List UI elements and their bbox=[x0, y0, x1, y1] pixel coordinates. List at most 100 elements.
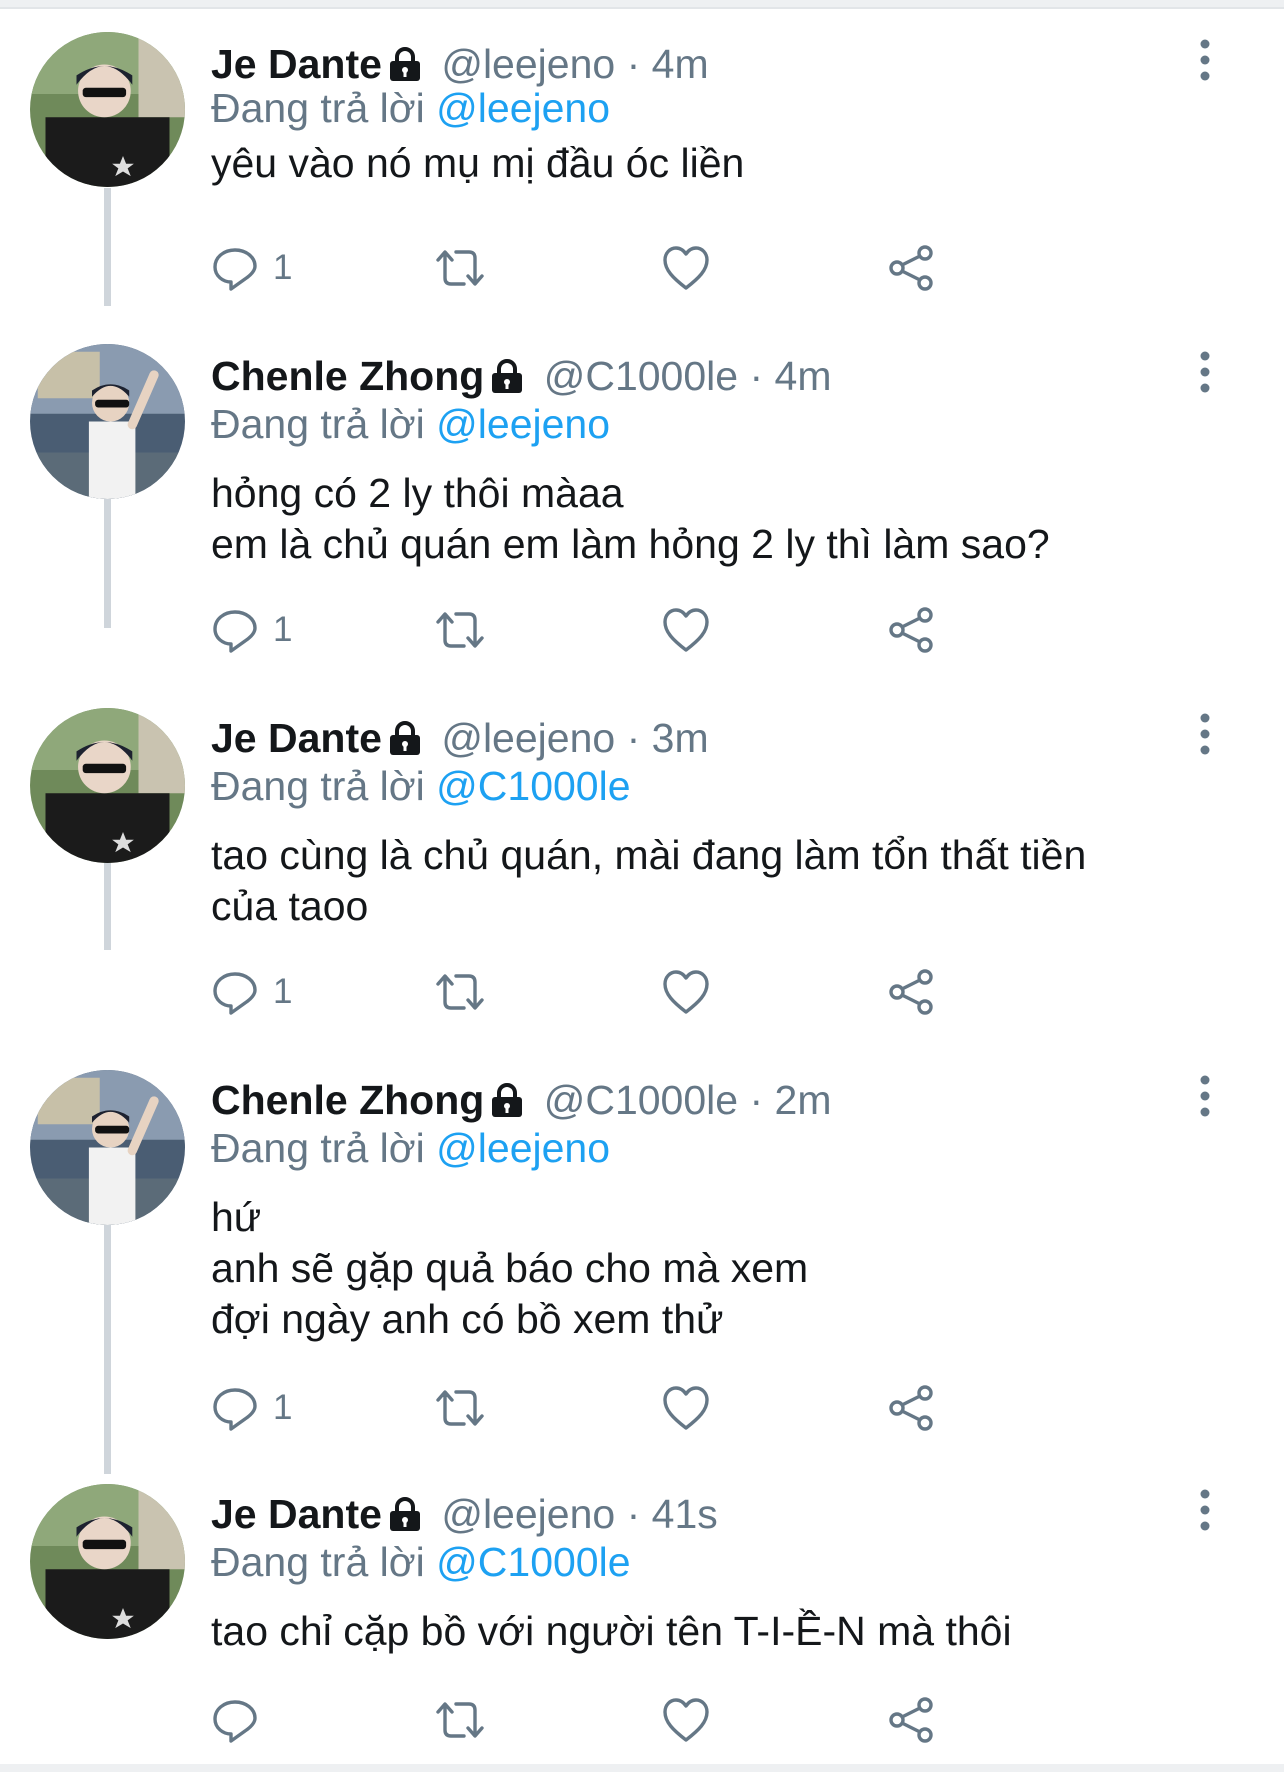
tweet-text: tao chỉ cặp bồ với người tên T-I-Ề-N mà … bbox=[211, 1606, 1211, 1657]
tweet-header: Je Dante @leejeno · 4m bbox=[211, 40, 709, 88]
retweet-button[interactable] bbox=[434, 1378, 486, 1438]
avatar-image bbox=[30, 1070, 185, 1225]
reply-button[interactable]: 1 bbox=[211, 600, 292, 660]
like-button[interactable] bbox=[661, 1690, 711, 1750]
replying-to-label: Đang trả lời bbox=[211, 401, 425, 447]
replying-to-label: Đang trả lời bbox=[211, 85, 425, 131]
avatar-image bbox=[30, 32, 185, 187]
share-button[interactable] bbox=[887, 962, 935, 1022]
share-icon bbox=[889, 1385, 933, 1431]
avatar[interactable] bbox=[30, 344, 185, 499]
replying-to-label: Đang trả lời bbox=[211, 1125, 425, 1171]
replying-to-link[interactable]: @leejeno bbox=[436, 1125, 610, 1171]
like-button[interactable] bbox=[661, 962, 711, 1022]
username[interactable]: @leejeno bbox=[441, 1491, 615, 1537]
avatar-image bbox=[30, 1484, 185, 1639]
tweet-text: hứ anh sẽ gặp quả báo cho mà xem đợi ngà… bbox=[211, 1192, 1211, 1345]
more-vertical-icon[interactable] bbox=[1190, 38, 1220, 82]
tweet-text-line: hỏng có 2 ly thôi màaa bbox=[211, 470, 624, 516]
heart-icon bbox=[663, 1386, 709, 1430]
like-button[interactable] bbox=[661, 1378, 711, 1438]
username[interactable]: @leejeno bbox=[441, 41, 615, 87]
lock-icon bbox=[490, 356, 524, 404]
heart-icon bbox=[663, 970, 709, 1014]
avatar[interactable] bbox=[30, 1070, 185, 1225]
display-name[interactable]: Je Dante bbox=[211, 1491, 382, 1537]
retweet-icon bbox=[436, 1702, 484, 1738]
separator-dot: · bbox=[749, 1077, 764, 1123]
reply-icon bbox=[213, 1700, 257, 1743]
avatar[interactable] bbox=[30, 708, 185, 863]
lock-icon bbox=[388, 1494, 422, 1542]
like-button[interactable] bbox=[661, 238, 711, 298]
action-bar: 1 bbox=[211, 600, 1111, 660]
tweet-header: Je Dante @leejeno · 41s bbox=[211, 1490, 718, 1538]
retweet-button[interactable] bbox=[434, 600, 486, 660]
tweet-text-line: của taoo bbox=[211, 883, 369, 929]
display-name[interactable]: Chenle Zhong bbox=[211, 353, 484, 399]
timestamp[interactable]: 2m bbox=[775, 1077, 832, 1123]
avatar-image bbox=[30, 708, 185, 863]
display-name[interactable]: Je Dante bbox=[211, 41, 382, 87]
replying-to-link[interactable]: @C1000le bbox=[436, 1539, 630, 1585]
timestamp[interactable]: 4m bbox=[652, 41, 709, 87]
share-icon bbox=[889, 607, 933, 653]
heart-icon bbox=[663, 608, 709, 652]
avatar[interactable] bbox=[30, 32, 185, 187]
tweet-text: hỏng có 2 ly thôi màaa em là chủ quán em… bbox=[211, 468, 1211, 570]
reply-count: 1 bbox=[273, 972, 293, 1011]
tweet-text: tao cùng là chủ quán, mài đang làm tổn t… bbox=[211, 830, 1211, 932]
replying-to: Đang trả lời @C1000le bbox=[211, 762, 631, 810]
tweet-text: yêu vào nó mụ mị đầu óc liền bbox=[211, 138, 1211, 189]
retweet-button[interactable] bbox=[434, 238, 486, 298]
like-button[interactable] bbox=[661, 600, 711, 660]
reply-button[interactable]: 1 bbox=[211, 1378, 292, 1438]
username[interactable]: @C1000le bbox=[544, 1077, 738, 1123]
replying-to-link[interactable]: @leejeno bbox=[436, 85, 610, 131]
more-vertical-icon[interactable] bbox=[1190, 1074, 1220, 1118]
avatar[interactable] bbox=[30, 1484, 185, 1639]
tweet-text-line: tao chỉ cặp bồ với người tên T-I-Ề-N mà … bbox=[211, 1608, 1012, 1654]
replying-to: Đang trả lời @C1000le bbox=[211, 1538, 631, 1586]
replying-to-label: Đang trả lời bbox=[211, 763, 425, 809]
replying-to: Đang trả lời @leejeno bbox=[211, 1124, 610, 1172]
share-button[interactable] bbox=[887, 238, 935, 298]
display-name[interactable]: Je Dante bbox=[211, 715, 382, 761]
tweet[interactable]: Je Dante @leejeno · 4m Đang trả lời @lee… bbox=[0, 0, 1284, 320]
reply-icon bbox=[213, 1388, 257, 1431]
reply-icon bbox=[213, 972, 257, 1015]
share-icon bbox=[889, 1697, 933, 1743]
reply-count: 1 bbox=[273, 1388, 293, 1427]
tweet-text-line: tao cùng là chủ quán, mài đang làm tổn t… bbox=[211, 832, 1087, 878]
tweet-text-line: hứ bbox=[211, 1194, 262, 1240]
display-name[interactable]: Chenle Zhong bbox=[211, 1077, 484, 1123]
reply-button[interactable] bbox=[211, 1690, 273, 1750]
lock-icon bbox=[388, 718, 422, 766]
username[interactable]: @leejeno bbox=[441, 715, 615, 761]
more-vertical-icon[interactable] bbox=[1190, 350, 1220, 394]
replying-to-link[interactable]: @C1000le bbox=[436, 763, 630, 809]
tweet-header: Chenle Zhong @C1000le · 2m bbox=[211, 1076, 832, 1124]
separator-dot: · bbox=[626, 1491, 641, 1537]
share-button[interactable] bbox=[887, 600, 935, 660]
reply-thread: Je Dante @leejeno · 4m Đang trả lời @lee… bbox=[0, 0, 1284, 1772]
more-vertical-icon[interactable] bbox=[1190, 1488, 1220, 1532]
share-button[interactable] bbox=[887, 1378, 935, 1438]
more-vertical-icon[interactable] bbox=[1190, 712, 1220, 756]
timestamp[interactable]: 41s bbox=[652, 1491, 718, 1537]
retweet-button[interactable] bbox=[434, 962, 486, 1022]
reply-button[interactable]: 1 bbox=[211, 238, 292, 298]
avatar-image bbox=[30, 344, 185, 499]
action-bar bbox=[211, 1690, 1111, 1750]
reply-button[interactable]: 1 bbox=[211, 962, 292, 1022]
timestamp[interactable]: 3m bbox=[652, 715, 709, 761]
tweet-text-line: em là chủ quán em làm hỏng 2 ly thì làm … bbox=[211, 521, 1050, 567]
lock-icon bbox=[490, 1080, 524, 1128]
share-button[interactable] bbox=[887, 1690, 935, 1750]
timestamp[interactable]: 4m bbox=[775, 353, 832, 399]
retweet-button[interactable] bbox=[434, 1690, 486, 1750]
username[interactable]: @C1000le bbox=[544, 353, 738, 399]
tweet[interactable]: Je Dante @leejeno · 41s Đang trả lời @C1… bbox=[0, 0, 1284, 1743]
action-bar: 1 bbox=[211, 1378, 1111, 1438]
replying-to-link[interactable]: @leejeno bbox=[436, 401, 610, 447]
